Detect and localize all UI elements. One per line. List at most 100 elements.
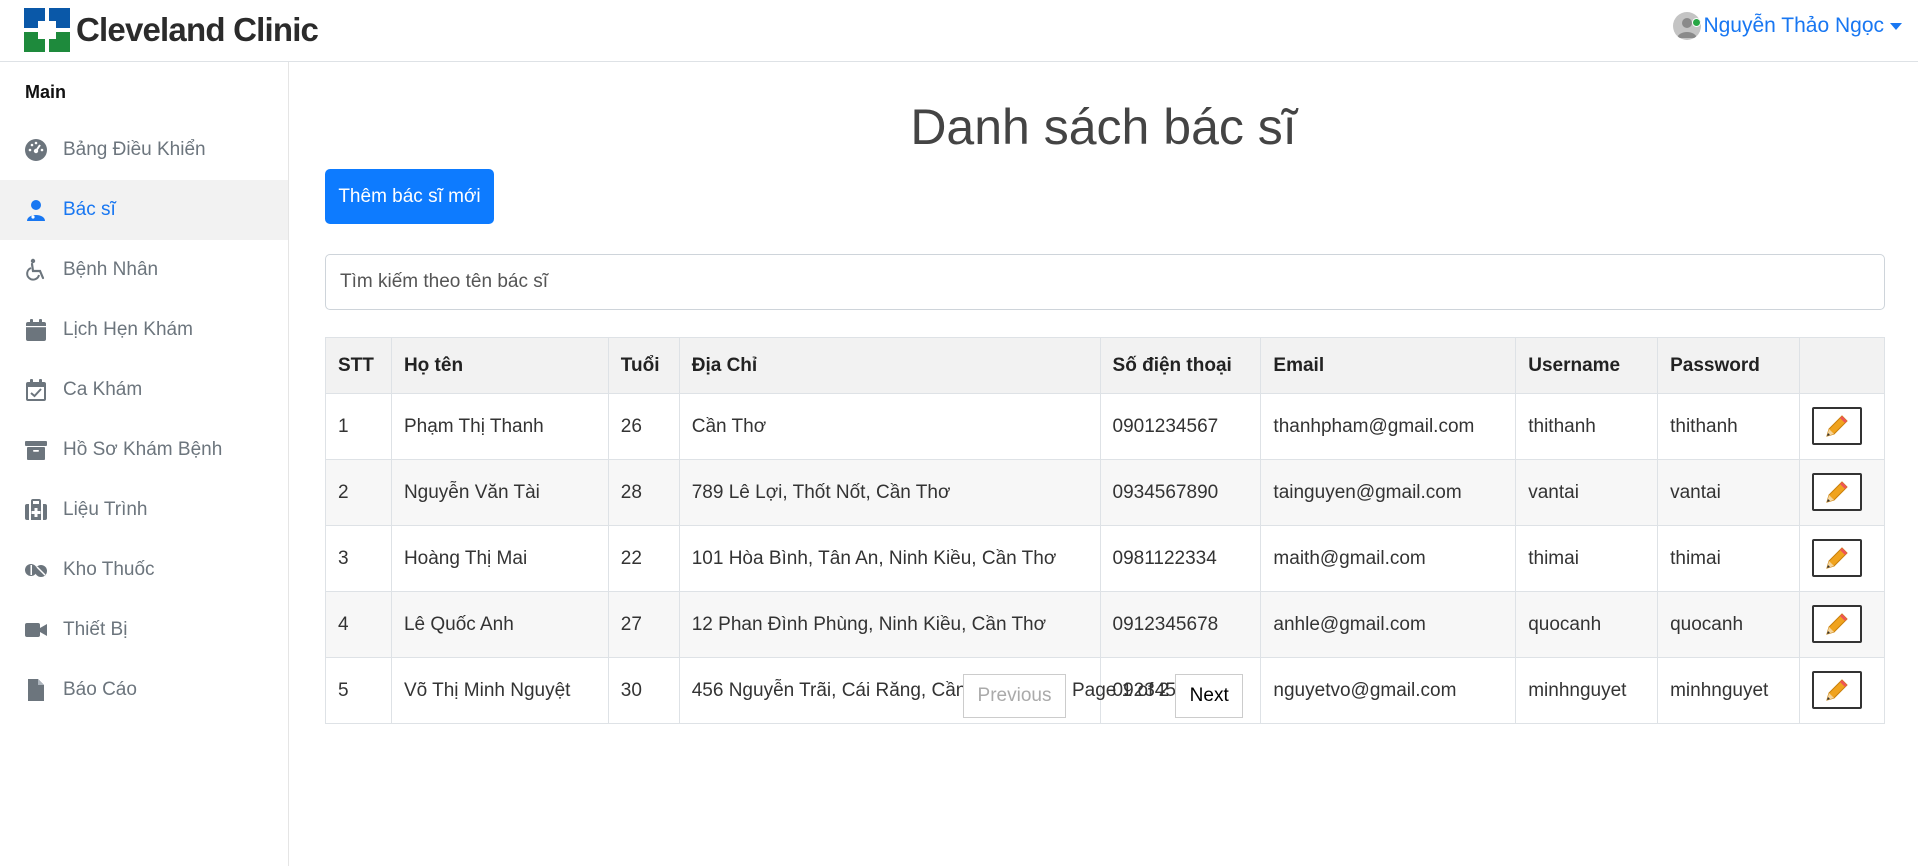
pills-icon: [24, 558, 48, 582]
column-header-address: Địa Chỉ: [678, 337, 1101, 394]
sidebar: Main Bảng Điều Khiển Bác sĩ Bệnh Nhân Lị…: [0, 62, 289, 866]
cell-username: vantai: [1515, 459, 1659, 526]
next-page-button[interactable]: Next: [1175, 674, 1244, 718]
cell-phone: 0901234567: [1099, 393, 1262, 460]
sidebar-item-label: Ca Khám: [63, 379, 143, 400]
cell-password: thithanh: [1657, 393, 1800, 460]
sidebar-item-label: Bảng Điều Khiển: [63, 139, 206, 160]
dashboard-icon: [24, 138, 48, 162]
sidebar-item-treatments[interactable]: Liệu Trình: [0, 480, 288, 540]
column-header-name: Họ tên: [390, 337, 609, 394]
cell-actions: [1798, 393, 1886, 460]
sidebar-item-label: Lịch Hẹn Khám: [63, 319, 193, 340]
sidebar-item-doctors[interactable]: Bác sĩ: [0, 180, 288, 240]
sidebar-item-reports[interactable]: Báo Cáo: [0, 660, 288, 720]
sidebar-item-label: Kho Thuốc: [63, 559, 155, 580]
edit-button[interactable]: [1811, 605, 1862, 643]
cell-phone: 0912345678: [1099, 591, 1262, 658]
cell-age: 27: [607, 591, 680, 658]
sidebar-item-pharmacy[interactable]: Kho Thuốc: [0, 540, 288, 600]
cell-age: 26: [607, 393, 680, 460]
cell-phone: 0934567890: [1099, 459, 1262, 526]
cell-address: 101 Hòa Bình, Tân An, Ninh Kiều, Cần Thơ: [678, 525, 1101, 592]
previous-page-button[interactable]: Previous: [963, 674, 1066, 718]
table-row: 2 Nguyễn Văn Tài 28 789 Lê Lợi, Thốt Nốt, C…: [325, 459, 1886, 526]
cell-age: 22: [607, 525, 680, 592]
cell-email: thanhpham@gmail.com: [1260, 393, 1517, 460]
doctor-icon: [24, 198, 48, 222]
cell-actions: [1798, 591, 1886, 658]
cell-username: thithanh: [1515, 393, 1659, 460]
cell-password: thimai: [1657, 525, 1800, 592]
cell-username: minhnguyet: [1515, 657, 1659, 724]
table-row: 3 Hoàng Thị Mai 22 101 Hòa Bình, Tân An, Ni…: [325, 525, 1886, 592]
sidebar-item-label: Hồ Sơ Khám Bệnh: [63, 439, 223, 460]
file-icon: [24, 678, 48, 702]
doctors-table: STT Họ tên Tuổi Địa Chỉ Số điện thoại Em…: [325, 337, 1886, 724]
page-indicator: Page 1 of 2: [1072, 680, 1170, 701]
cell-password: vantai: [1657, 459, 1800, 526]
column-header-age: Tuổi: [607, 337, 680, 394]
archive-icon: [24, 438, 48, 462]
cell-stt: 5: [325, 657, 392, 724]
column-header-actions: [1798, 337, 1886, 394]
sidebar-item-records[interactable]: Hồ Sơ Khám Bệnh: [0, 420, 288, 480]
sidebar-item-equipment[interactable]: Thiết Bị: [0, 600, 288, 660]
cell-email: tainguyen@gmail.com: [1260, 459, 1517, 526]
pencil-icon: [1826, 613, 1848, 635]
sidebar-item-label: Thiết Bị: [63, 619, 128, 640]
cell-age: 28: [607, 459, 680, 526]
calendar-icon: [24, 318, 48, 342]
edit-button[interactable]: [1811, 671, 1862, 709]
sidebar-item-label: Bệnh Nhân: [63, 259, 159, 280]
pencil-icon: [1826, 481, 1848, 503]
sidebar-heading: Main: [25, 82, 67, 102]
brand-name: Cleveland Clinic: [76, 11, 319, 48]
cell-name: Lê Quốc Anh: [390, 591, 609, 658]
column-header-email: Email: [1260, 337, 1517, 394]
edit-button[interactable]: [1811, 407, 1862, 445]
cell-name: Hoàng Thị Mai: [390, 525, 609, 592]
video-icon: [24, 618, 48, 642]
sidebar-item-shifts[interactable]: Ca Khám: [0, 360, 288, 420]
table-row: 4 Lê Quốc Anh 27 12 Phan Đình Phùng, Ninh K…: [325, 591, 1886, 658]
cell-email: maith@gmail.com: [1260, 525, 1517, 592]
calendar-check-icon: [24, 378, 48, 402]
user-name: Nguyễn Thảo Ngọc: [1703, 14, 1884, 37]
pencil-icon: [1826, 547, 1848, 569]
sidebar-item-appointments[interactable]: Lịch Hẹn Khám: [0, 300, 288, 360]
cell-stt: 1: [325, 393, 392, 460]
add-doctor-button[interactable]: Thêm bác sĩ mới: [325, 169, 494, 224]
edit-button[interactable]: [1811, 473, 1862, 511]
top-bar: Cleveland Clinic Nguyễn Thảo Ngọc: [0, 0, 1918, 62]
cell-stt: 2: [325, 459, 392, 526]
edit-button[interactable]: [1811, 539, 1862, 577]
cell-username: quocanh: [1515, 591, 1659, 658]
sidebar-item-label: Bác sĩ: [63, 199, 116, 220]
sidebar-item-dashboard[interactable]: Bảng Điều Khiển: [0, 120, 288, 180]
cell-address: 12 Phan Đình Phùng, Ninh Kiều, Cần Thơ: [678, 591, 1101, 658]
cell-email: nguyetvo@gmail.com: [1260, 657, 1517, 724]
user-menu[interactable]: Nguyễn Thảo Ngọc: [1673, 12, 1902, 40]
column-header-password: Password: [1657, 337, 1800, 394]
cell-address: 789 Lê Lợi, Thốt Nốt, Cần Thơ: [678, 459, 1101, 526]
wheelchair-icon: [24, 258, 48, 282]
search-input[interactable]: [325, 254, 1885, 310]
column-header-username: Username: [1515, 337, 1659, 394]
cell-stt: 4: [325, 591, 392, 658]
pencil-icon: [1826, 679, 1848, 701]
cell-name: Võ Thị Minh Nguyệt: [390, 657, 609, 724]
sidebar-item-patients[interactable]: Bệnh Nhân: [0, 240, 288, 300]
cell-actions: [1798, 525, 1886, 592]
cell-age: 30: [607, 657, 680, 724]
cell-username: thimai: [1515, 525, 1659, 592]
main-content: Danh sách bác sĩ Thêm bác sĩ mới STT Họ …: [289, 62, 1918, 866]
table-header-row: STT Họ tên Tuổi Địa Chỉ Số điện thoại Em…: [325, 337, 1886, 394]
cell-email: anhle@gmail.com: [1260, 591, 1517, 658]
cell-phone: 0981122334: [1099, 525, 1262, 592]
brand-logo[interactable]: Cleveland Clinic: [24, 8, 319, 52]
cell-name: Phạm Thị Thanh: [390, 393, 609, 460]
cell-password: minhnguyet: [1657, 657, 1800, 724]
pagination: Previous Page 1 of 2 Next: [963, 674, 1244, 718]
cell-actions: [1798, 459, 1886, 526]
